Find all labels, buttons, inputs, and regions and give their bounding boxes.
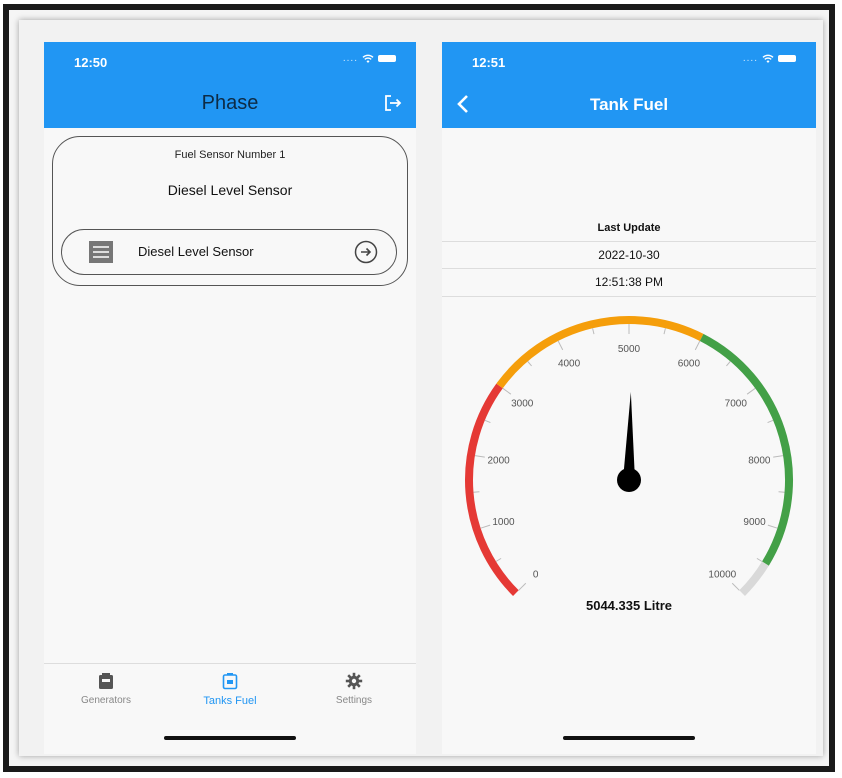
battery-icon (378, 55, 396, 62)
home-indicator (563, 736, 695, 740)
list-icon (89, 241, 113, 263)
status-time: 12:50 (74, 55, 108, 70)
last-update-label: Last Update (597, 222, 661, 234)
gauge-tick (726, 361, 731, 367)
gauge-tick (502, 387, 512, 395)
status-icons: .... (343, 53, 396, 64)
gauge-tick (773, 455, 784, 458)
page-title: Tank Fuel (589, 95, 669, 114)
sensor-row-label: Diesel Level Sensor (138, 244, 254, 259)
update-time: 12:51:38 PM (442, 268, 816, 297)
gauge-range-0 (465, 383, 519, 596)
gear-icon (345, 672, 363, 690)
gauge-tick (484, 419, 491, 424)
gauge-tick (480, 524, 491, 529)
gauge-tick-label: 6000 (678, 358, 701, 369)
wifi-icon (362, 54, 374, 63)
gauge-tick-label: 5000 (618, 344, 641, 355)
gauge-tick-label: 8000 (748, 455, 771, 466)
gauge-tick (495, 557, 502, 562)
fuel-gauge: 0 1000 2000 3000 4000 5000 6000 7000 8000 9000 100… (465, 316, 793, 596)
phase-screen: 12:50 .... Phase Fuel Sensor Number 1 Di… (44, 42, 416, 754)
gauge-tick-label: 7000 (725, 398, 748, 409)
gauge-tick (731, 582, 740, 591)
battery-icon (778, 55, 796, 62)
fuel-sensor-card: Fuel Sensor Number 1 Diesel Level Sensor… (52, 136, 408, 286)
tab-label: Tanks Fuel (203, 695, 257, 707)
tab-label: Generators (80, 695, 132, 706)
update-date: 2022-10-30 (442, 241, 816, 269)
status-icons: .... (743, 53, 796, 64)
gauge-tick (756, 557, 763, 562)
gauge-tick (746, 387, 756, 395)
gauge-tick (694, 340, 701, 351)
gauge-tick (527, 361, 532, 367)
sensor-title: Diesel Level Sensor (167, 182, 293, 198)
app-bar: 12:50 .... Phase (44, 42, 416, 128)
home-indicator (164, 736, 296, 740)
tank-icon (222, 673, 238, 690)
gauge-value-label: 5044.335 Litre (585, 598, 672, 613)
signal-icon: .... (742, 53, 758, 64)
tank-fuel-screen: 12:51 .... Tank Fuel Last Update 2022-10… (442, 42, 816, 754)
gauge-tick-label: 2000 (488, 455, 511, 466)
gauge-tick-label: 0 (533, 569, 539, 580)
gauge-tick-label: 3000 (511, 398, 534, 409)
wifi-icon (762, 54, 774, 63)
logout-icon[interactable] (384, 94, 402, 112)
gauge-tick-label: 4000 (558, 358, 581, 369)
gauge-tick-label: 1000 (492, 517, 515, 528)
gauge-needle-hub (617, 468, 641, 492)
sensor-number-label: Fuel Sensor Number 1 (174, 149, 286, 161)
gauge-tick (767, 524, 778, 529)
gauge-tick (474, 455, 485, 458)
bottom-tab-bar: Generators Tanks Fuel Settings (44, 663, 416, 754)
tab-settings[interactable]: Settings (294, 672, 414, 706)
tab-label: Settings (335, 695, 373, 706)
gauge-tick (592, 328, 595, 335)
page-title: Phase (201, 92, 259, 114)
gauge-range-1 (496, 316, 704, 389)
gauge-tick (767, 419, 774, 424)
gauge-range-3 (739, 561, 769, 596)
gauge-range-2 (699, 333, 793, 566)
tab-generators[interactable]: Generators (46, 672, 166, 706)
gauge-tick (557, 340, 564, 351)
gauge-tick-label: 9000 (743, 517, 766, 528)
tab-tanks-fuel[interactable]: Tanks Fuel (170, 672, 290, 707)
gauge-tick-label: 10000 (708, 569, 736, 580)
gauge-needle (623, 392, 635, 481)
gauge-tick (663, 328, 666, 335)
arrow-right-circle-icon[interactable] (354, 240, 378, 264)
signal-icon: .... (342, 53, 358, 64)
app-bar: 12:51 .... Tank Fuel (442, 42, 816, 128)
diesel-level-sensor-row[interactable]: Diesel Level Sensor (61, 229, 397, 275)
gauge-tick (518, 582, 527, 591)
status-time: 12:51 (472, 55, 506, 70)
generator-icon (99, 673, 113, 689)
